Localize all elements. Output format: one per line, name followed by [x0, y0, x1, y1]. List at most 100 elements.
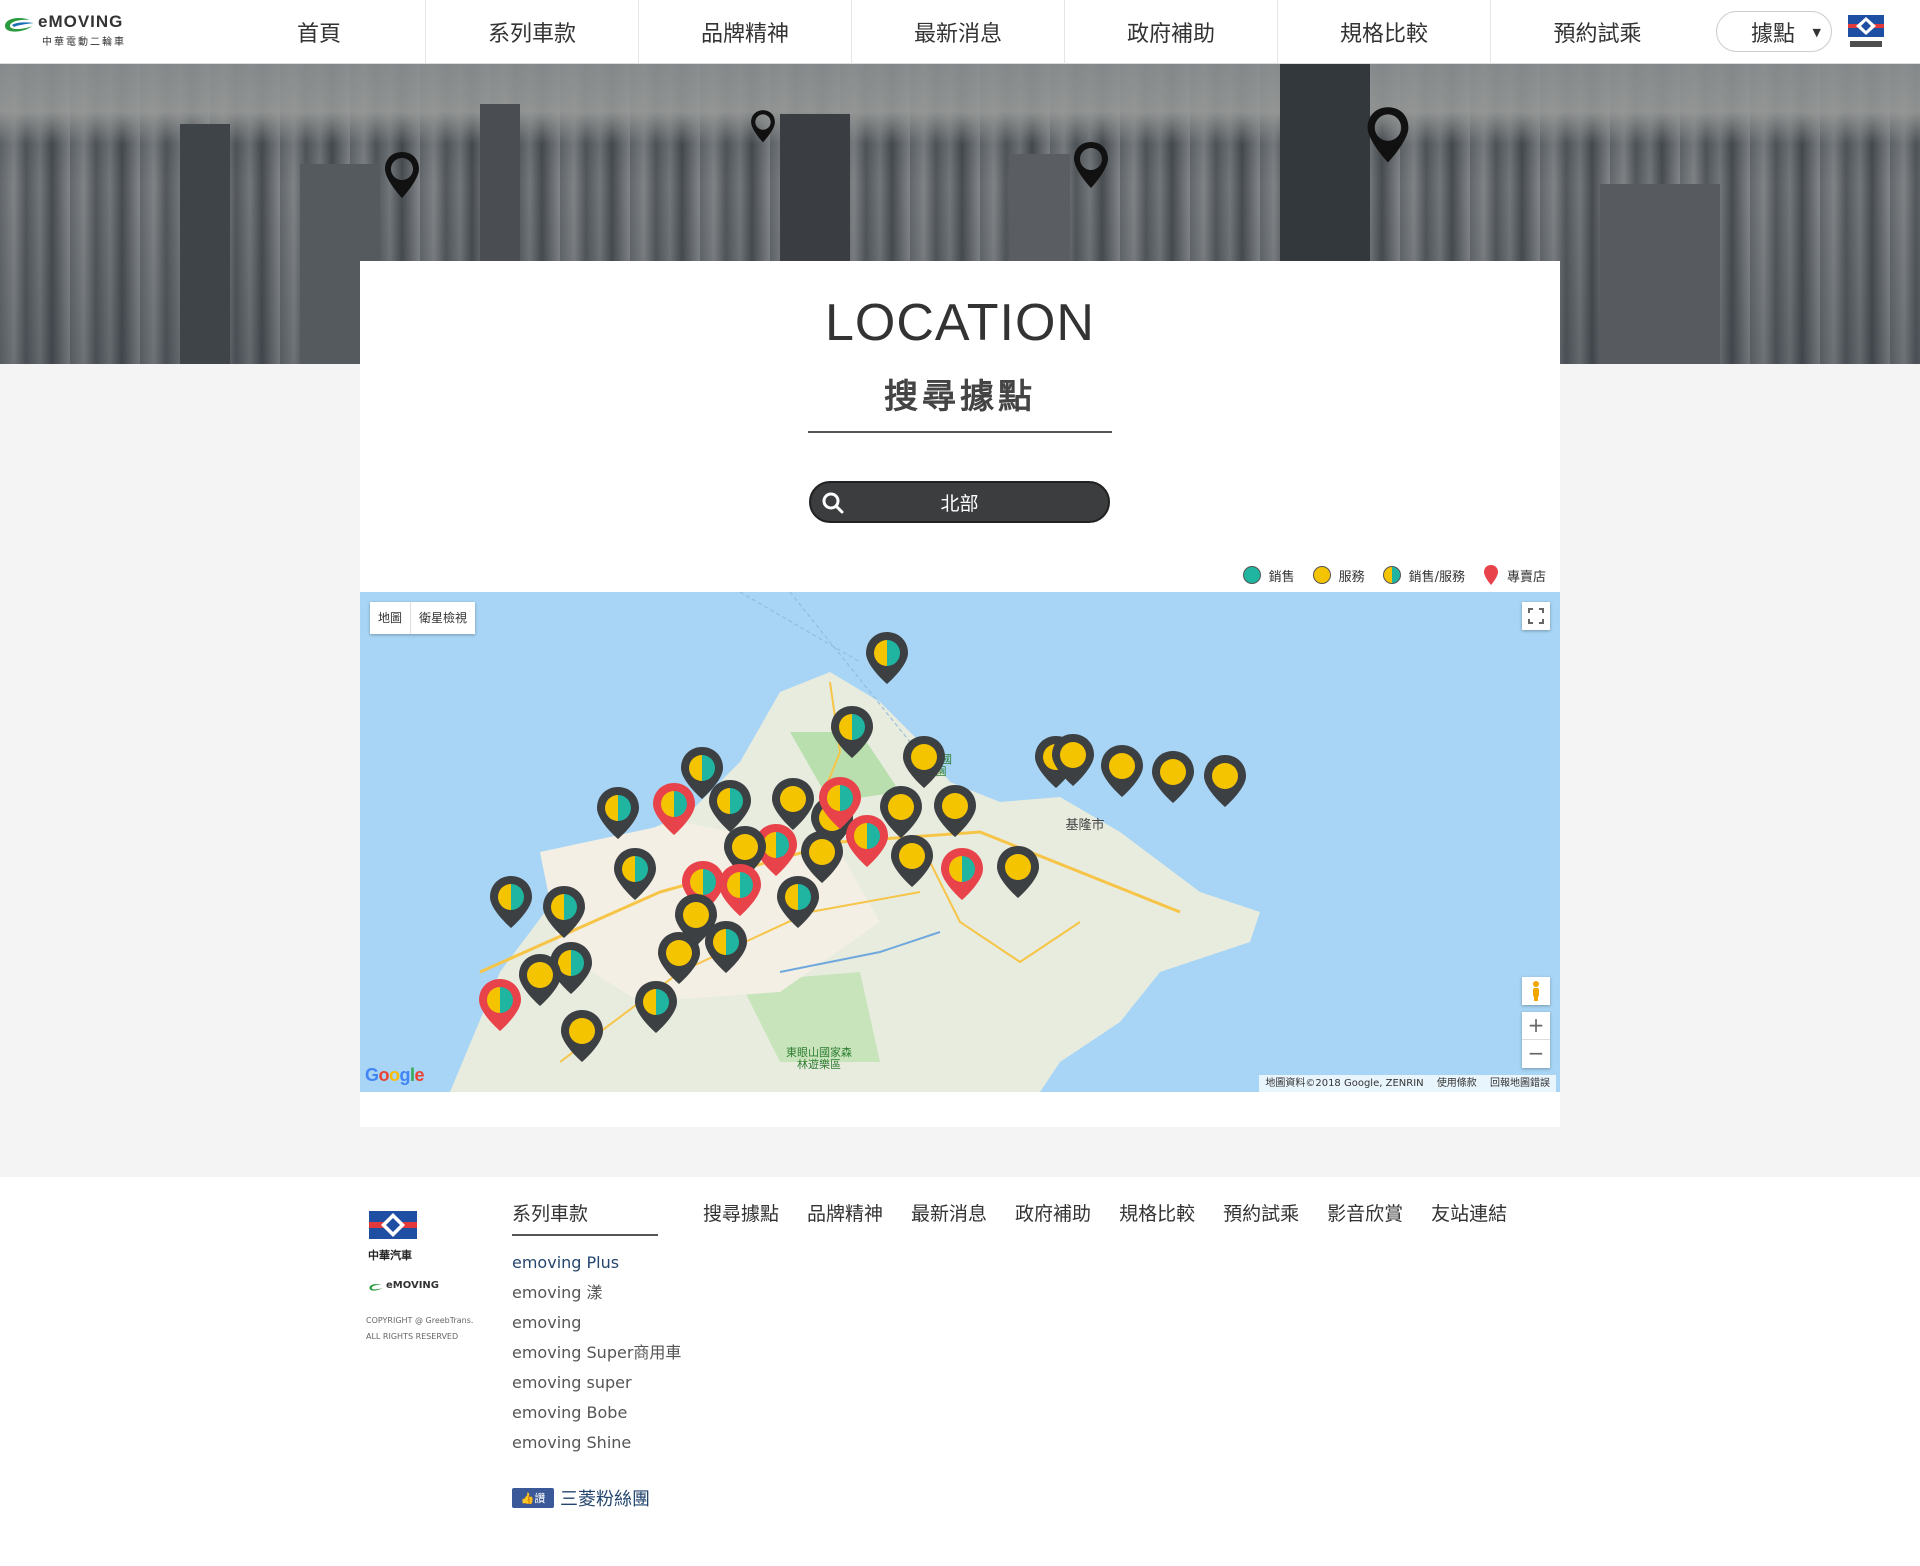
dealer-pin-service[interactable] [772, 778, 814, 830]
map-pin-icon [385, 152, 419, 198]
hero-building [180, 124, 230, 364]
google-logo: Google [365, 1065, 425, 1085]
dealer-pin-split[interactable] [777, 876, 819, 928]
dealer-pin-service[interactable] [561, 1010, 603, 1062]
map-legend: 銷售 服務 銷售/服務 專賣店 [1225, 564, 1546, 586]
footer-link[interactable]: 政府補助 [1015, 1199, 1091, 1226]
dealer-pin-split[interactable] [635, 981, 677, 1033]
like-badge-label: 讚 [534, 1492, 546, 1505]
page-subtitle: 搜尋據點 [884, 377, 1036, 417]
dealer-pin-split[interactable] [831, 706, 873, 758]
zoom-out-button[interactable]: − [1522, 1040, 1550, 1068]
footer-series-item[interactable]: emoving Plus [512, 1248, 681, 1278]
sales-service-dot-icon [1382, 566, 1401, 584]
dealer-pin-service[interactable] [903, 736, 945, 788]
zoom-in-button[interactable]: + [1522, 1012, 1550, 1040]
brand-name: eMOVING [38, 12, 124, 31]
footer-series-item[interactable]: emoving Super商用車 [512, 1338, 681, 1368]
main-nav: 首頁 系列車款 品牌精神 最新消息 政府補助 規格比較 預約試乘 [213, 0, 1704, 64]
footer-link[interactable]: 預約試乘 [1223, 1199, 1299, 1226]
map-pin-icon [751, 110, 775, 143]
footer-series-item[interactable]: emoving Shine [512, 1428, 681, 1458]
legend-label: 服務 [1338, 569, 1365, 585]
china-motor-logo[interactable] [1846, 14, 1886, 50]
map-data-credit: 地圖資料©2018 Google, ZENRIN [1265, 1078, 1424, 1089]
hero-building [1600, 184, 1720, 364]
service-dot-icon [1312, 566, 1331, 584]
dealer-pin-split[interactable] [597, 787, 639, 839]
nav-brand[interactable]: 品牌精神 [639, 0, 852, 64]
facebook-fan-label: 三菱粉絲團 [560, 1489, 650, 1510]
footer-link[interactable]: 最新消息 [911, 1199, 987, 1226]
map-type-map[interactable]: 地圖 [370, 602, 412, 634]
location-dropdown[interactable]: 據點 ▼ [1716, 11, 1832, 52]
dealer-pin-service[interactable] [1101, 745, 1143, 797]
brand-tagline: 中華電動二輪車 [42, 37, 126, 48]
footer-series-item[interactable]: emoving [512, 1308, 681, 1338]
dealer-pin-split[interactable] [490, 876, 532, 928]
emoving-footer-logo[interactable]: eMOVING [368, 1280, 448, 1294]
dealer-pin-store[interactable] [479, 979, 521, 1031]
dealer-pin-service[interactable] [519, 954, 561, 1006]
report-error-link[interactable]: 回報地圖錯誤 [1490, 1078, 1550, 1089]
dealer-map[interactable]: 陽明山國家公園 基隆市 東眼山國家森林遊樂區 [360, 592, 1560, 1092]
fullscreen-button[interactable] [1522, 602, 1550, 630]
footer-link[interactable]: 規格比較 [1119, 1199, 1195, 1226]
dealer-pin-split[interactable] [543, 886, 585, 938]
emoving-footer-text: eMOVING [386, 1280, 440, 1291]
footer-series-item[interactable]: emoving Bobe [512, 1398, 681, 1428]
dealer-pin-service[interactable] [934, 785, 976, 837]
footer-link[interactable]: 搜尋據點 [703, 1199, 779, 1226]
nav-subsidy[interactable]: 政府補助 [1065, 0, 1278, 64]
region-search[interactable]: 北部 [809, 481, 1110, 523]
footer-link[interactable]: 友站連結 [1431, 1199, 1507, 1226]
china-motor-footer-text: 中華汽車 [368, 1249, 412, 1262]
copyright-text: COPYRIGHT @ GreebTrans. ALL RIGHTS RESER… [366, 1316, 474, 1341]
dealer-pin-store[interactable] [846, 815, 888, 867]
store-pin-icon [1483, 565, 1498, 585]
dealer-pin-store[interactable] [719, 864, 761, 916]
emoving-logo[interactable]: eMOVING 中華電動二輪車 [2, 10, 142, 50]
legend-item: 銷售 [1242, 566, 1295, 585]
footer-series-item[interactable]: emoving 漾 [512, 1278, 681, 1308]
map-type-satellite[interactable]: 衛星檢視 [411, 602, 475, 634]
dealer-pin-service[interactable] [997, 846, 1039, 898]
location-dropdown-label: 據點 [1751, 21, 1796, 47]
facebook-fan-link[interactable]: 👍 讚 三菱粉絲團 [512, 1485, 650, 1511]
fullscreen-icon [1528, 608, 1544, 624]
terms-link[interactable]: 使用條款 [1437, 1078, 1477, 1089]
dealer-pin-service[interactable] [658, 932, 700, 984]
nav-series[interactable]: 系列車款 [426, 0, 639, 64]
region-search-value: 北部 [940, 492, 979, 515]
dealer-pin-split[interactable] [614, 848, 656, 900]
dealer-pin-service[interactable] [891, 835, 933, 887]
footer-series-item[interactable]: emoving super [512, 1368, 681, 1398]
map-type-toggle: 地圖 衛星檢視 [370, 602, 476, 634]
title-divider [808, 431, 1112, 433]
footer-series-heading[interactable]: 系列車款 [512, 1199, 658, 1236]
emoving-logo-mark-icon [369, 1284, 383, 1291]
dealer-pin-split[interactable] [709, 780, 751, 832]
dealer-pin-store[interactable] [653, 783, 695, 835]
nav-home[interactable]: 首頁 [213, 0, 426, 64]
nav-news[interactable]: 最新消息 [852, 0, 1065, 64]
street-view-button[interactable] [1522, 977, 1550, 1005]
legend-item: 服務 [1312, 566, 1365, 585]
dealer-pin-service[interactable] [801, 831, 843, 883]
caret-down-icon: ▼ [1812, 26, 1821, 39]
dealer-pin-split[interactable] [705, 921, 747, 973]
dealer-pin-store[interactable] [941, 848, 983, 900]
footer-series: 系列車款 emoving Plus emoving 漾 emoving emov… [512, 1199, 681, 1458]
map-pin-icon [1074, 142, 1108, 188]
dealer-pin-split[interactable] [866, 632, 908, 684]
legend-label: 專賣店 [1506, 569, 1546, 585]
dealer-pin-service[interactable] [1152, 751, 1194, 803]
footer-link[interactable]: 品牌精神 [807, 1199, 883, 1226]
nav-test-ride[interactable]: 預約試乘 [1491, 0, 1704, 64]
legend-item: 專賣店 [1483, 564, 1546, 586]
page-title: LOCATION [825, 294, 1095, 352]
nav-compare[interactable]: 規格比較 [1278, 0, 1491, 64]
dealer-pin-service[interactable] [1204, 755, 1246, 807]
hero-river [0, 64, 1920, 144]
footer-link[interactable]: 影音欣賞 [1327, 1199, 1403, 1226]
